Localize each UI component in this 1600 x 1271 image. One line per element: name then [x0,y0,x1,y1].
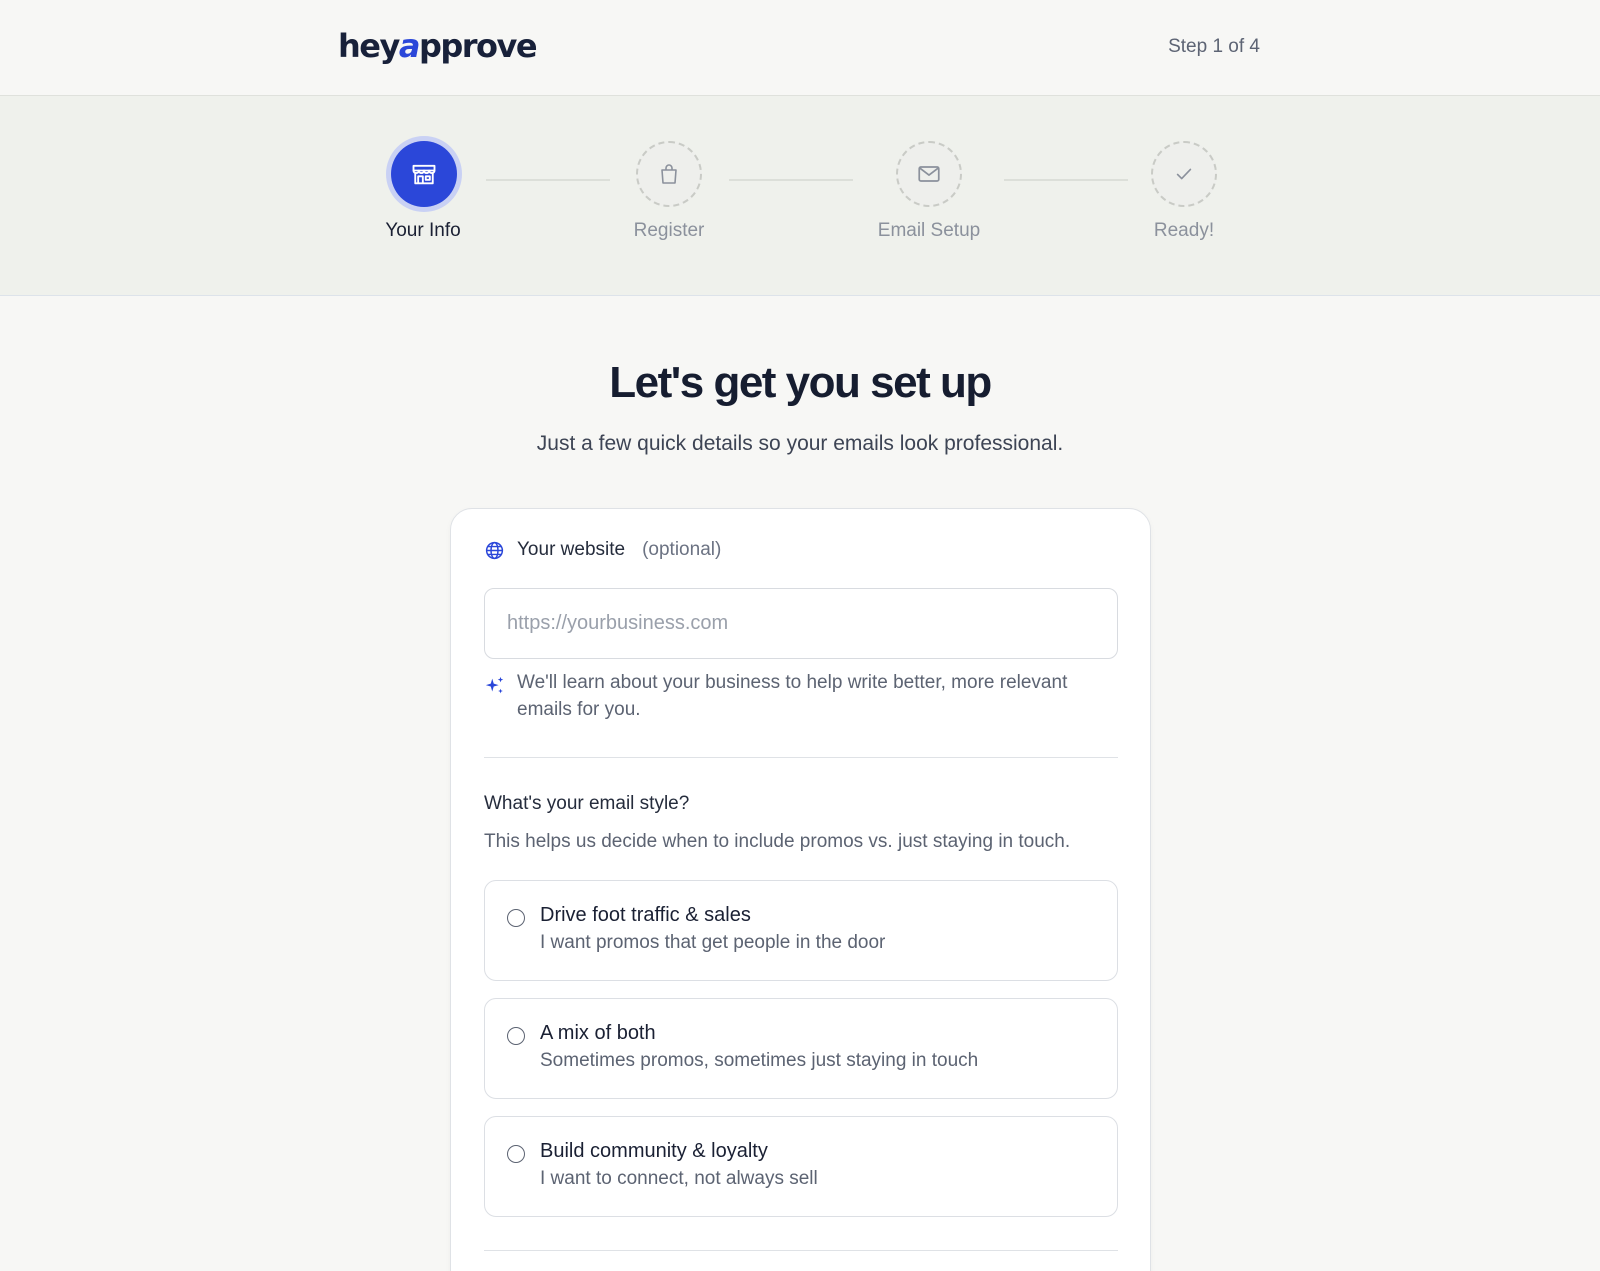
section-divider [484,1250,1118,1251]
top-bar: heyapprove Step 1 of 4 [0,0,1600,96]
heyapprove-logo[interactable]: heyapprove [338,26,538,66]
shopping-bag-icon [661,164,677,184]
email-style-title: What's your email style? [484,793,690,814]
step-label-email-setup: Email Setup [877,220,981,241]
logo-text-part: pprove [418,27,538,65]
page-title: Let's get you set up [609,358,992,407]
option-description: Sometimes promos, sometimes just staying… [540,1050,979,1071]
website-hint-text: We'll learn about your business to help … [517,672,1068,720]
sparkles-icon [485,676,504,694]
step-connector [729,179,853,181]
option-title: Drive foot traffic & sales [540,904,751,926]
globe-icon [485,541,504,559]
option-description: I want promos that get people in the doo… [540,932,886,953]
checkmark-icon [1176,168,1192,180]
radio-button[interactable] [507,1027,525,1045]
step-label-register: Register [633,220,705,241]
step-label-your-info: Your Info [385,220,461,241]
step-email-setup[interactable] [896,141,962,207]
section-divider [484,757,1118,758]
website-label-row: Your website (optional) [484,537,721,563]
logo-text-accent: a [398,27,421,65]
storefront-icon [412,164,436,185]
progress-stepper: Your Info Register Email Setup Ready! [0,96,1600,296]
setup-form-card: Your website (optional) We'll learn abou… [450,508,1151,1271]
website-hint: We'll learn about your business to help … [484,669,1118,723]
email-style-description: This helps us decide when to include pro… [484,831,1071,852]
radio-button[interactable] [507,909,525,927]
email-style-option-community[interactable]: Build community & loyalty I want to conn… [484,1116,1118,1217]
page-subtitle: Just a few quick details so your emails … [536,432,1064,455]
option-description: I want to connect, not always sell [540,1168,818,1189]
option-title: A mix of both [540,1022,656,1044]
step-register[interactable] [636,141,702,207]
logo-text-part: hey [338,27,400,65]
website-url-input[interactable] [484,588,1118,659]
email-style-option-foot-traffic[interactable]: Drive foot traffic & sales I want promos… [484,880,1118,981]
step-connector [1004,179,1128,181]
step-your-info[interactable] [391,141,457,207]
email-style-option-mix[interactable]: A mix of both Sometimes promos, sometime… [484,998,1118,1099]
step-label-ready: Ready! [1153,220,1215,241]
radio-button[interactable] [507,1145,525,1163]
step-connector [486,179,610,181]
option-title: Build community & loyalty [540,1140,768,1162]
website-label: Your website [517,539,626,560]
envelope-icon [918,166,940,182]
optional-tag: (optional) [642,539,722,560]
step-ready[interactable] [1151,141,1217,207]
step-counter: Step 1 of 4 [1168,36,1260,57]
